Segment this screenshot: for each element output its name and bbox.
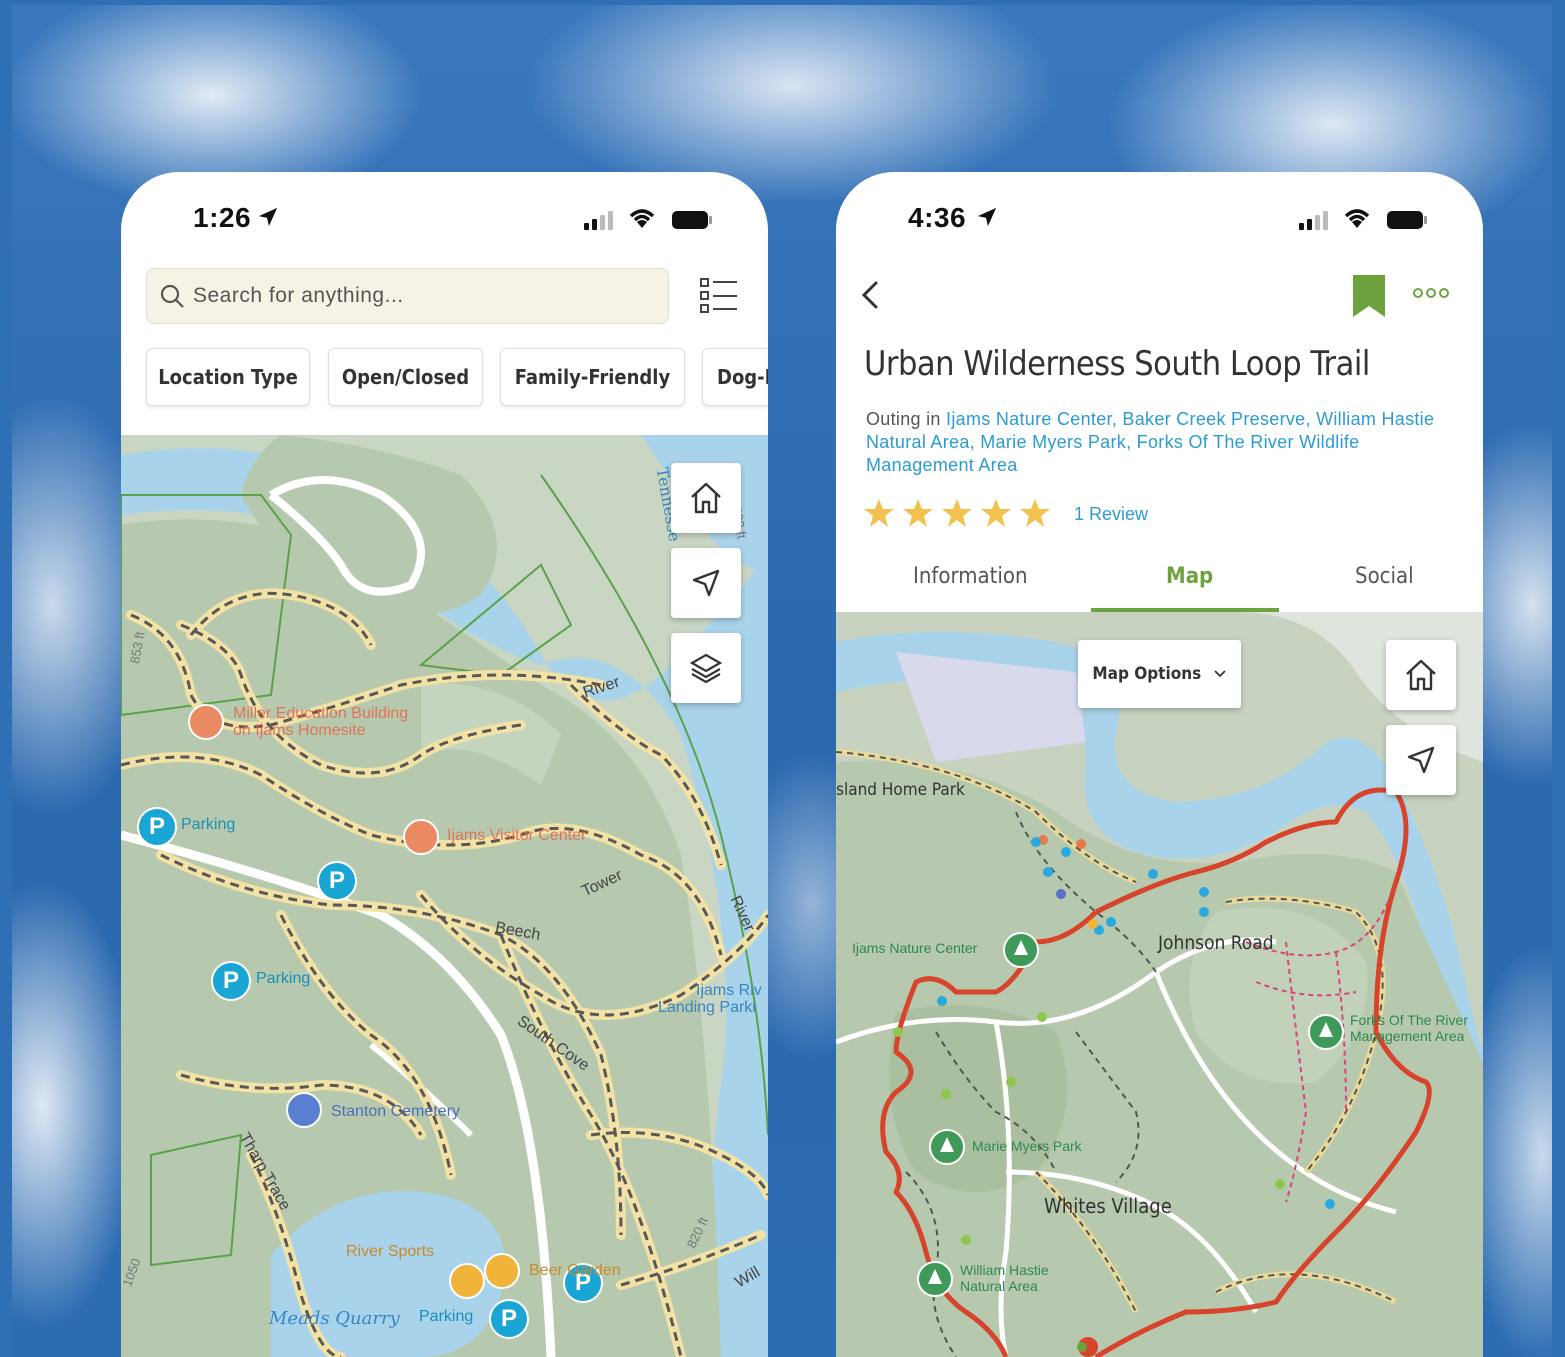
water-label-meads: Meads Quarry (269, 1308, 400, 1329)
signal-icon (584, 211, 613, 230)
map-label-forks-2: Management Area (1350, 1028, 1465, 1044)
map-label-island-home: sland Home Park (836, 780, 965, 800)
parking-icon[interactable]: P (211, 961, 251, 1001)
star-icon (864, 499, 894, 527)
star-icon (1020, 499, 1050, 527)
poi-label-river-sports: River Sports (346, 1243, 435, 1260)
map-layers-button[interactable] (671, 633, 741, 703)
outing-location-links[interactable]: Ijams Nature Center, Baker Creek Preserv… (866, 409, 1434, 475)
parking-icon[interactable]: P (489, 1299, 529, 1339)
map-home-button[interactable] (1386, 640, 1456, 710)
status-bar: 4:36 (836, 202, 1483, 242)
list-view-icon[interactable] (699, 276, 739, 316)
outing-locations: Outing in Ijams Nature Center, Baker Cre… (866, 408, 1466, 477)
poi-label-parking: Parking (419, 1308, 474, 1325)
poi-label-landing-2: Landing Parki (658, 999, 756, 1016)
poi-label-miller-2: on Ijams Homesite (233, 722, 366, 739)
trail-map[interactable]: sland Home Park Ijams Nature Center John… (836, 612, 1483, 1357)
wifi-icon (629, 209, 655, 228)
map-label-ijams: Ijams Nature Center (852, 940, 978, 956)
map-label-hastie-2: Natural Area (960, 1278, 1038, 1294)
bookmark-icon[interactable] (1352, 275, 1386, 317)
map-locate-button[interactable] (671, 548, 741, 618)
star-icon (903, 499, 933, 527)
rating-stars (864, 499, 1050, 527)
star-icon (981, 499, 1011, 527)
trail-map[interactable]: P P P P P Miller Education Building on I… (121, 435, 768, 1357)
poi-label-parking: Parking (256, 970, 311, 987)
search-icon (160, 284, 184, 308)
filter-open-closed[interactable]: Open/Closed (328, 348, 483, 406)
poi-label-miller: Miller Education Building (233, 705, 409, 722)
phone-map-browse: 1:26 Search for anything... Location Typ… (121, 172, 768, 1357)
parking-icon[interactable]: P (137, 807, 177, 847)
map-locate-button[interactable] (1386, 725, 1456, 795)
poi-label-parking: Parking (181, 816, 236, 833)
map-label-marie-myers: Marie Myers Park (972, 1138, 1082, 1154)
battery-icon (1387, 211, 1427, 229)
poi-label-beer-garden: Beer Garden (529, 1262, 621, 1279)
navigate-icon (1407, 746, 1435, 774)
signal-icon (1299, 211, 1328, 230)
poi-label-visitor-center: Ijams Visitor Center (447, 827, 587, 844)
trail-title: Urban Wilderness South Loop Trail (864, 344, 1370, 384)
filter-location-type[interactable]: Location Type (146, 348, 310, 406)
wifi-icon (1344, 209, 1370, 228)
map-label-johnson-road: Johnson Road (1158, 932, 1274, 954)
status-bar: 1:26 (121, 202, 768, 242)
review-count-link[interactable]: 1 Review (1074, 504, 1148, 525)
poi-label-stanton: Stanton Cemetery (331, 1103, 460, 1120)
status-time: 1:26 (193, 202, 252, 233)
map-label-hastie: William Hastie (960, 1262, 1049, 1278)
status-time: 4:36 (908, 202, 967, 233)
map-options-label: Map Options (1092, 664, 1202, 684)
back-arrow-icon[interactable] (858, 280, 882, 310)
poi-label-landing: Ijams Riv (696, 982, 762, 999)
more-options-icon[interactable] (1412, 287, 1450, 299)
phone-trail-detail: 4:36 Urban Wilderness South Loop Trail O… (836, 172, 1483, 1357)
filter-family-friendly[interactable]: Family-Friendly (500, 348, 685, 406)
navigate-icon (692, 569, 720, 597)
search-placeholder: Search for anything... (193, 284, 404, 307)
tab-social[interactable]: Social (1355, 564, 1414, 589)
home-icon (1406, 659, 1436, 691)
chevron-down-icon (1213, 670, 1226, 678)
location-arrow-icon (977, 207, 997, 227)
battery-icon (672, 211, 712, 229)
location-arrow-icon (258, 207, 278, 227)
detail-tabs: Information Map Social (836, 552, 1483, 613)
map-label-whites-village: Whites Village (1044, 1194, 1172, 1218)
tab-information[interactable]: Information (913, 564, 1028, 589)
map-label-forks: Forks Of The River (1350, 1012, 1468, 1028)
map-options-dropdown[interactable]: Map Options (1078, 640, 1241, 708)
layers-icon (689, 653, 723, 684)
outing-prefix: Outing in (866, 409, 947, 429)
map-canvas (836, 612, 1483, 1357)
star-icon (942, 499, 972, 527)
home-icon (691, 482, 721, 514)
filter-chips: Location Type Open/Closed Family-Friendl… (146, 348, 768, 408)
filter-dog-friendly[interactable]: Dog-F (702, 348, 768, 406)
parking-icon[interactable]: P (317, 861, 357, 901)
tab-map[interactable]: Map (1166, 564, 1213, 589)
search-input[interactable]: Search for anything... (146, 268, 669, 324)
map-home-button[interactable] (671, 463, 741, 533)
